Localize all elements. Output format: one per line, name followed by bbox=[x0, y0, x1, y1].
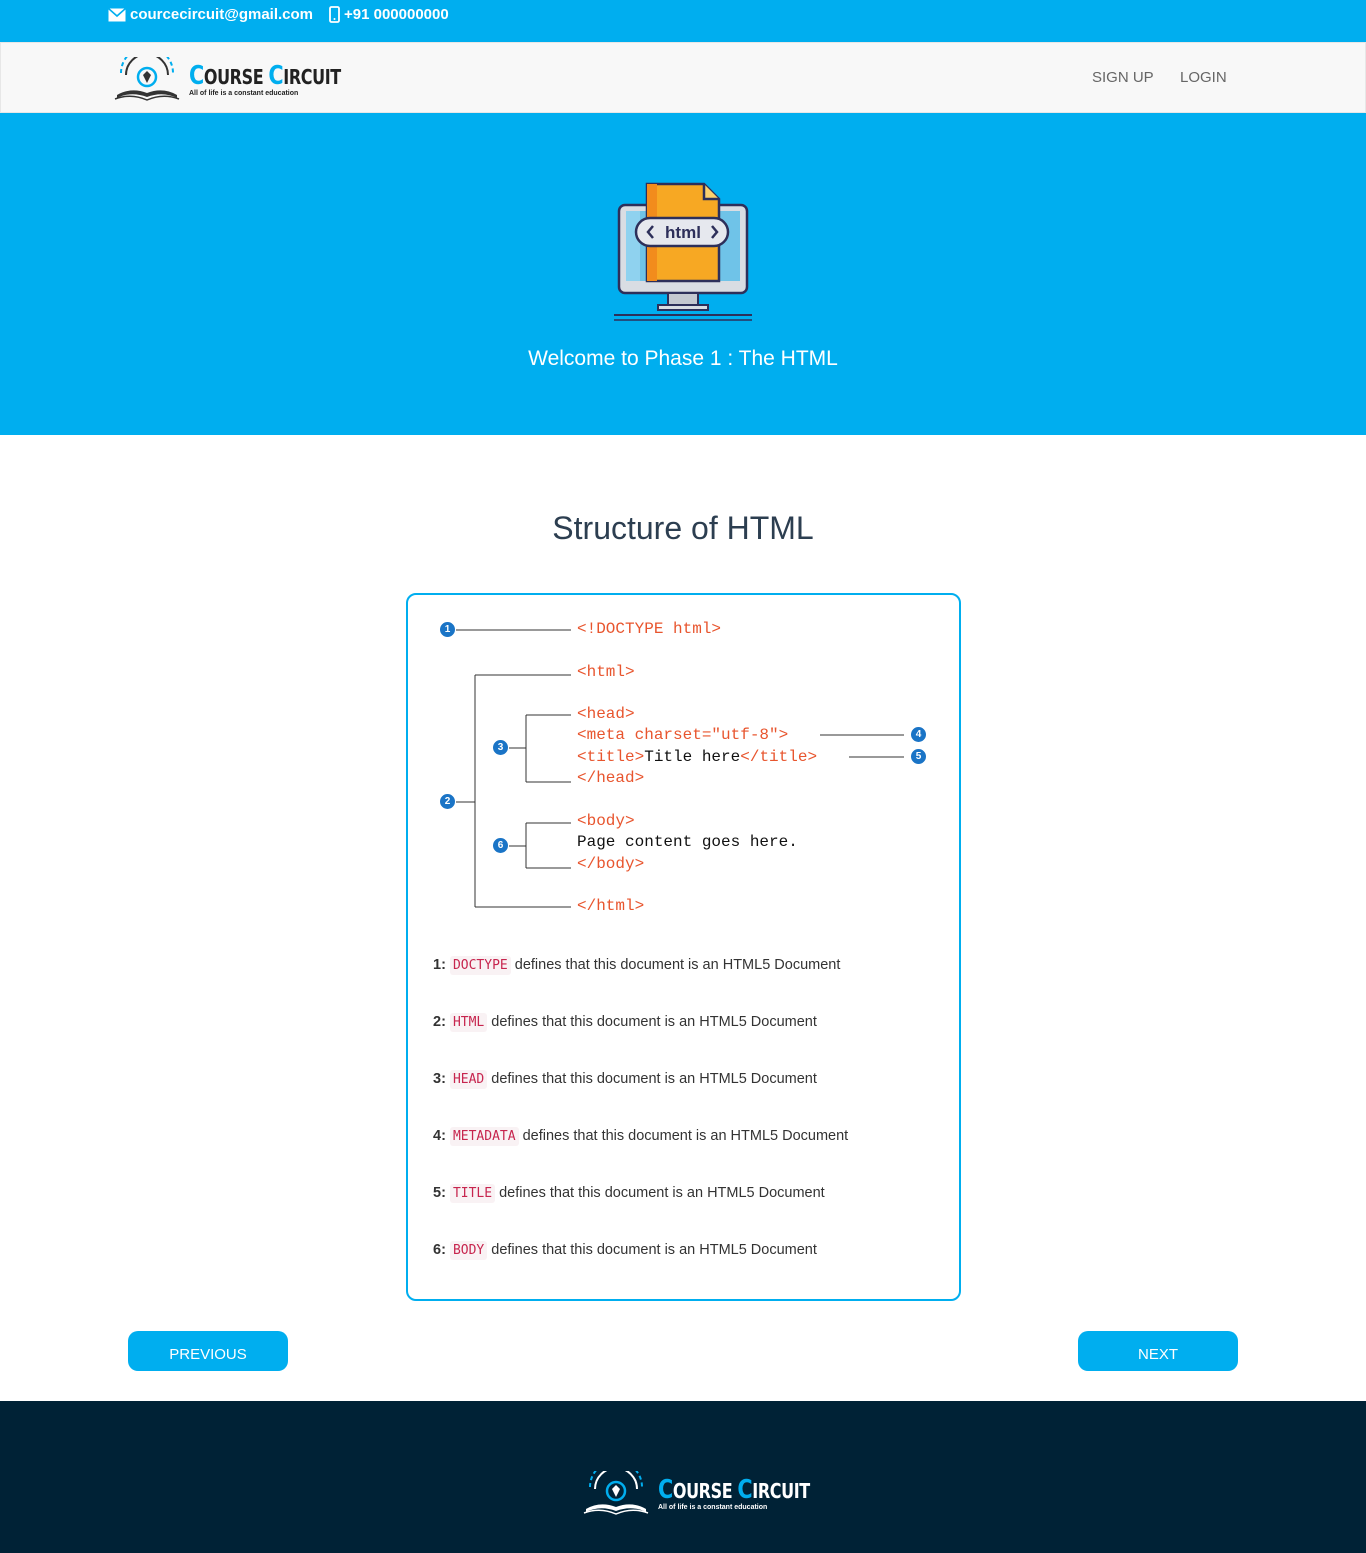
marker-4: 4 bbox=[911, 727, 926, 742]
definition-num: 4: bbox=[433, 1128, 446, 1144]
definition-text: defines that this document is an HTML5 D… bbox=[518, 1128, 849, 1144]
footer-logo-book-icon bbox=[583, 1471, 649, 1515]
definition-text: defines that this document is an HTML5 D… bbox=[487, 1071, 817, 1087]
definition-code: TITLE bbox=[449, 1184, 496, 1203]
definition-text: defines that this document is an HTML5 D… bbox=[487, 1014, 817, 1030]
brand-cap-2: C bbox=[268, 61, 284, 91]
brand-text-2: IRCUIT bbox=[283, 65, 341, 89]
email-text[interactable]: courcecircuit@gmail.com bbox=[130, 6, 313, 23]
definition-text: defines that this document is an HTML5 D… bbox=[495, 1185, 825, 1201]
definition-num: 6: bbox=[433, 1242, 446, 1258]
footer-brand-tagline: All of life is a constant education bbox=[658, 1504, 768, 1511]
footer-brand-text-2: IRCUIT bbox=[752, 1479, 810, 1503]
definition-item: 5: TITLE defines that this document is a… bbox=[433, 1184, 825, 1203]
hero-title: Welcome to Phase 1 : The HTML bbox=[528, 347, 838, 370]
definition-item: 2: HTML defines that this document is an… bbox=[433, 1013, 817, 1032]
footer-brand-cap-2: C bbox=[737, 1475, 753, 1505]
email-contact[interactable]: courcecircuit@gmail.com bbox=[108, 6, 313, 23]
definition-num: 3: bbox=[433, 1071, 446, 1087]
mobile-phone-icon bbox=[329, 6, 340, 23]
html-monitor-icon: html bbox=[614, 182, 752, 321]
code-body-content: Page content goes here. bbox=[577, 833, 798, 851]
definition-num: 5: bbox=[433, 1185, 446, 1201]
code-body-text: Page content goes here. bbox=[577, 833, 798, 851]
definition-num: 2: bbox=[433, 1014, 446, 1030]
code-title-content: Title here bbox=[644, 748, 741, 766]
top-contact-bar: courcecircuit@gmail.com +91 000000000 bbox=[0, 0, 1366, 42]
code-title-close: </title> bbox=[740, 748, 818, 766]
envelope-icon bbox=[108, 7, 126, 21]
definition-code: DOCTYPE bbox=[449, 956, 511, 975]
page-title: Structure of HTML bbox=[552, 510, 814, 546]
definition-text: defines that this document is an HTML5 D… bbox=[487, 1242, 817, 1258]
footer: COURSE CIRCUIT All of life is a constant… bbox=[0, 1401, 1366, 1553]
code-head-close: </head> bbox=[577, 769, 645, 787]
footer-brand-cap-1: C bbox=[658, 1475, 673, 1505]
brand-text-1: OURSE bbox=[203, 65, 269, 89]
code-body-close: </body> bbox=[577, 855, 645, 873]
definition-item: 1: DOCTYPE defines that this document is… bbox=[433, 956, 841, 975]
definition-num: 1: bbox=[433, 957, 446, 973]
code-title-open: <title> bbox=[577, 748, 645, 766]
code-body-open: <body> bbox=[577, 812, 635, 830]
code-doctype: <!DOCTYPE html> bbox=[577, 620, 722, 638]
code-html-open: <html> bbox=[577, 663, 635, 681]
code-meta: <meta charset="utf-8"> bbox=[577, 726, 789, 744]
marker-6: 6 bbox=[493, 838, 508, 853]
definition-code: HTML bbox=[449, 1013, 488, 1032]
definition-text: defines that this document is an HTML5 D… bbox=[510, 957, 841, 973]
phone-contact[interactable]: +91 000000000 bbox=[329, 6, 449, 23]
definition-code: METADATA bbox=[449, 1127, 519, 1146]
definition-item: 4: METADATA defines that this document i… bbox=[433, 1127, 849, 1146]
hero-banner: html Welcome to Phase 1 : The HTML bbox=[0, 113, 1366, 435]
code-title-line: <title>Title here</title> bbox=[577, 748, 817, 766]
marker-1: 1 bbox=[440, 622, 455, 637]
code-html-close: </html> bbox=[577, 897, 645, 915]
main-navbar: COURSE CIRCUIT All of life is a constant… bbox=[0, 42, 1366, 113]
brand-cap-1: C bbox=[189, 61, 204, 91]
previous-button[interactable]: PREVIOUS bbox=[128, 1331, 288, 1371]
brand-logo[interactable]: COURSE CIRCUIT All of life is a constant… bbox=[113, 57, 379, 103]
definition-code: BODY bbox=[449, 1241, 488, 1260]
html-structure-card: 1 2 3 4 5 6 <!DOCTYPE html> <html> <head… bbox=[406, 593, 961, 1301]
phone-text[interactable]: +91 000000000 bbox=[344, 6, 449, 23]
nav-login-link[interactable]: LOGIN bbox=[1180, 69, 1227, 86]
code-head-open: <head> bbox=[577, 705, 635, 723]
definition-code: HEAD bbox=[449, 1070, 488, 1089]
html-badge-label: html bbox=[665, 223, 701, 242]
brand-tagline: All of life is a constant education bbox=[189, 90, 299, 97]
marker-2: 2 bbox=[440, 794, 455, 809]
definition-item: 6: BODY defines that this document is an… bbox=[433, 1241, 817, 1260]
footer-brand-text-1: OURSE bbox=[672, 1479, 738, 1503]
footer-brand-logo[interactable]: COURSE CIRCUIT All of life is a constant… bbox=[582, 1471, 848, 1517]
marker-3: 3 bbox=[493, 740, 508, 755]
logo-book-icon bbox=[114, 57, 180, 101]
next-button[interactable]: NEXT bbox=[1078, 1331, 1238, 1371]
nav-signup-link[interactable]: SIGN UP bbox=[1092, 69, 1154, 86]
definition-item: 3: HEAD defines that this document is an… bbox=[433, 1070, 817, 1089]
marker-5: 5 bbox=[911, 749, 926, 764]
